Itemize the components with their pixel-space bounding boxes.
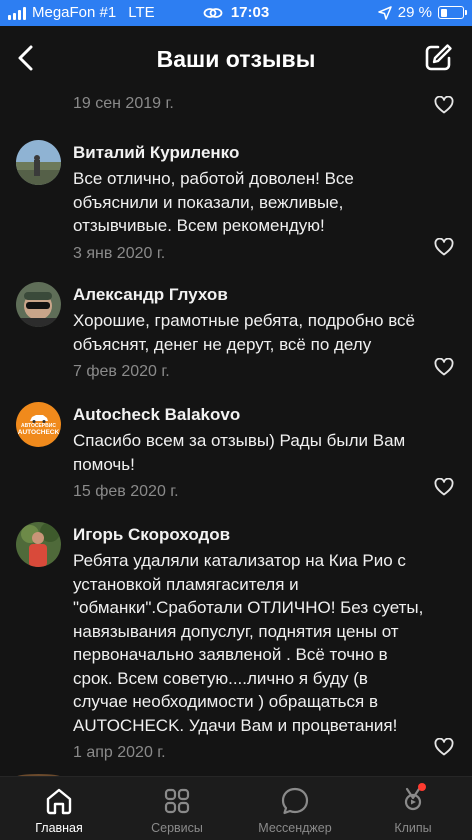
back-button[interactable] — [10, 40, 42, 76]
text-line: установкой пламягасителя и — [73, 574, 299, 594]
grid-icon — [164, 788, 190, 814]
text-line: объяснят, денег не дерут, всё по делу — [73, 334, 372, 354]
avatar[interactable] — [16, 282, 61, 327]
compose-icon — [425, 44, 452, 71]
notification-badge — [418, 783, 426, 791]
battery-percent: 29 % — [397, 4, 432, 21]
text-line: первоначально заявленой . Всё точно в — [73, 645, 388, 664]
avatar[interactable] — [16, 140, 61, 185]
text-line: срок. Всем советую....лично я буду (в — [73, 668, 368, 688]
tab-label: Клипы — [394, 821, 432, 835]
battery-fill — [440, 8, 447, 17]
chevron-left-icon — [18, 45, 33, 71]
heart-icon[interactable] — [434, 238, 454, 256]
battery-icon — [438, 6, 467, 19]
review-date: 15 фев 2020 г. — [73, 483, 179, 500]
vpn-link-icon — [203, 7, 223, 18]
tab-label: Сервисы — [151, 821, 203, 835]
home-icon — [46, 788, 72, 815]
page-title: Ваши отзывы — [156, 45, 316, 72]
bottom-tab-bar: Главная Сервисы Мессенджер Клипы — [0, 776, 472, 840]
text-line: навязывания допуслуг, поднятия цены от — [73, 621, 399, 641]
text-line: отзывчивые. Всем рекомендую! — [73, 216, 325, 235]
review-text: Спасибо всем за отзывы) Рады были Вам по… — [73, 429, 432, 476]
company-logo[interactable]: АВТОСЕРВИС AUTOCHECK — [16, 402, 61, 447]
heart-icon[interactable] — [434, 738, 454, 756]
avatar-photo — [16, 522, 61, 567]
heart-icon[interactable] — [434, 96, 454, 114]
tab-label: Главная — [35, 821, 83, 835]
review-author[interactable]: Autocheck Balakovo — [73, 404, 432, 426]
text-line: помочь! — [73, 454, 135, 474]
heart-icon[interactable] — [434, 478, 454, 496]
text-line: объяснили и показали, вежливые, — [73, 192, 344, 212]
review-date: 1 апр 2020 г. — [73, 744, 166, 761]
review-date: 3 янв 2020 г. — [73, 244, 166, 262]
text-line: AUTOCHECK. Удачи Вам и процветания! — [73, 715, 398, 735]
text-line: Спасибо всем за отзывы) Рады были Вам — [73, 431, 406, 450]
tab-home[interactable]: Главная — [0, 777, 118, 840]
car-icon — [29, 414, 48, 423]
clock: 17:03 — [230, 4, 270, 21]
text-line: Ребята удаляли катализатор на Киа Рио с — [73, 551, 406, 570]
avatar[interactable] — [16, 522, 61, 567]
text-line: Хорошие, грамотные ребята, подробно всё — [73, 311, 415, 330]
review-author[interactable]: Виталий Куриленко — [73, 142, 432, 164]
text-line: Все отлично, работой доволен! Все — [73, 169, 354, 188]
avatar-photo — [16, 282, 61, 327]
logo-text: AUTOCHECK — [17, 428, 60, 436]
review-text: Все отлично, работой доволен! Все объясн… — [73, 167, 432, 238]
location-arrow-icon — [378, 5, 392, 20]
tab-messenger[interactable]: Мессенджер — [236, 777, 354, 840]
text-line: случае необходимости ) обращаться в — [73, 692, 378, 711]
tab-clips[interactable]: Клипы — [354, 777, 472, 840]
review-date: 19 сен 2019 г. — [73, 95, 174, 112]
status-bar: MegaFon #1 LTE 17:03 29 % — [0, 0, 472, 26]
tab-services[interactable]: Сервисы — [118, 777, 236, 840]
review-date: 7 фев 2020 г. — [73, 363, 170, 380]
header: Ваши отзывы — [0, 26, 472, 92]
tab-label: Мессенджер — [258, 821, 332, 835]
review-text: Хорошие, грамотные ребята, подробно всё … — [73, 309, 432, 356]
review-author[interactable]: Александр Глухов — [73, 284, 432, 306]
text-line: "обманки".Сработали ОТЛИЧНО! Без суеты, — [73, 598, 424, 617]
chat-bubble-icon — [281, 787, 309, 815]
avatar-photo — [16, 140, 61, 185]
status-bar-right: 29 % — [378, 4, 467, 21]
heart-icon[interactable] — [434, 358, 454, 376]
review-author[interactable]: Игорь Скороходов — [73, 524, 432, 546]
reviews-list[interactable]: 19 сен 2019 г. Виталий Куриленко Все отл… — [0, 92, 472, 776]
review-text: Ребята удаляли катализатор на Киа Рио с … — [73, 549, 432, 737]
write-review-button[interactable] — [422, 42, 454, 74]
